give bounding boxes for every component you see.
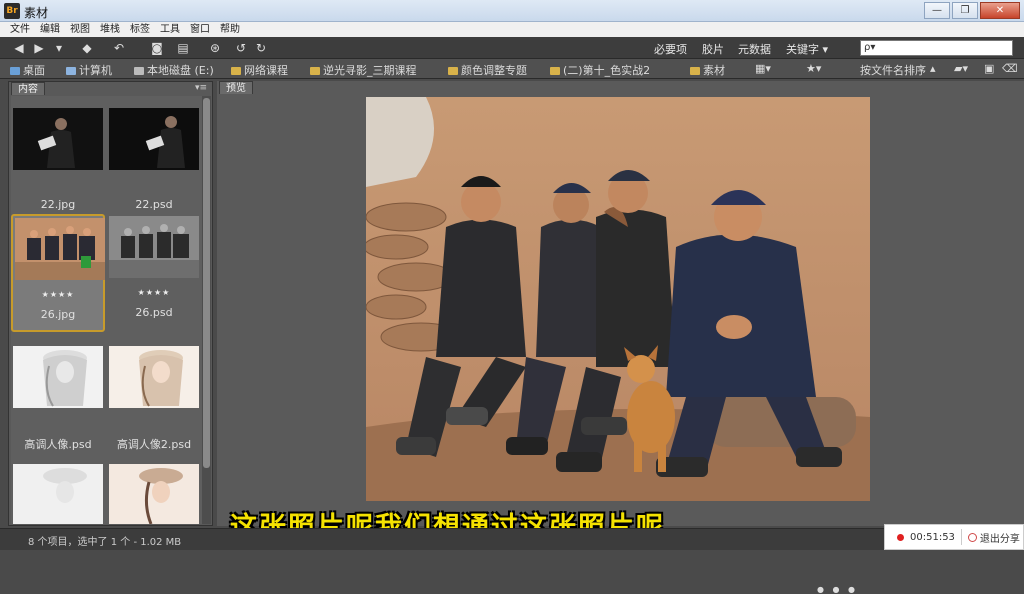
- menu-window[interactable]: 窗口: [190, 22, 210, 37]
- folder-icon: [448, 67, 458, 75]
- workspace-metadata[interactable]: 元数据: [738, 41, 771, 57]
- rating-stars[interactable]: ★★★★: [107, 288, 201, 297]
- search-input[interactable]: ρ▾: [860, 40, 1013, 56]
- thumbnail-26-jpg[interactable]: ★★★★ 26.jpg: [11, 214, 105, 332]
- favorites-icon[interactable]: ◆: [80, 41, 94, 55]
- breadcrumb: 桌面 计算机 本地磁盘 (E:) 网络课程 逆光寻影_三期课程 颜色调整专题 (…: [0, 59, 1024, 79]
- exit-share-button[interactable]: 退出分享: [980, 530, 1020, 545]
- panel-menu-icon[interactable]: ▾≡: [195, 83, 207, 93]
- thumbnail-portrait-psd[interactable]: 高调人像.psd: [11, 344, 105, 462]
- window-title: 素材: [24, 6, 49, 20]
- forward-arrow-icon[interactable]: ▶: [32, 41, 46, 55]
- thumbnail-name: 22.jpg: [40, 198, 76, 211]
- thumbnail-name: 高调人像.psd: [24, 438, 92, 451]
- breadcrumb-material[interactable]: 素材: [690, 62, 725, 78]
- sort-ascending-icon[interactable]: ▴: [930, 62, 936, 75]
- thumbnail-22-psd[interactable]: 22.psd: [107, 106, 201, 224]
- menu-bar: 文件 编辑 视图 堆栈 标签 工具 窗口 帮助: [0, 22, 1024, 37]
- breadcrumb-lesson[interactable]: (二)第十_色实战2: [550, 62, 650, 78]
- thumbnail-item-8[interactable]: [107, 462, 201, 524]
- thumbnail-image: [109, 464, 199, 524]
- minimize-button[interactable]: —: [924, 2, 950, 19]
- status-text: 8 个项目，选中了 1 个 - 1.02 MB: [28, 537, 182, 548]
- thumbnail-image: [109, 108, 199, 170]
- breadcrumb-color[interactable]: 颜色调整专题: [448, 62, 527, 78]
- menu-edit[interactable]: 编辑: [40, 22, 60, 37]
- computer-icon: [66, 67, 76, 75]
- menu-stack[interactable]: 堆栈: [100, 22, 120, 37]
- workspace-keywords[interactable]: 关键字 ▾: [786, 41, 828, 57]
- recent-dropdown-icon[interactable]: ▾: [52, 41, 66, 55]
- status-bar: 8 个项目，选中了 1 个 - 1.02 MB: [0, 528, 1024, 550]
- thumbnail-image: [109, 346, 199, 408]
- open-photoshop-icon[interactable]: ⊛: [208, 41, 222, 55]
- new-folder-button-icon[interactable]: ▣: [984, 62, 994, 75]
- screen-share-widget: 00:51:53 退出分享: [884, 524, 1024, 550]
- menu-view[interactable]: 视图: [70, 22, 90, 37]
- workspace-filmstrip[interactable]: 胶片: [702, 41, 724, 57]
- menu-file[interactable]: 文件: [10, 22, 30, 37]
- thumbnail-name: 26.psd: [135, 306, 173, 319]
- boomerang-icon[interactable]: ↶: [112, 41, 126, 55]
- desktop-icon: [10, 67, 20, 75]
- breadcrumb-disk[interactable]: 本地磁盘 (E:): [134, 62, 214, 78]
- thumbnail-image: [15, 218, 105, 280]
- toolbar: ◀ ▶ ▾ ◆ ↶ ◙ ▤ ⊛ ↺ ↻ 必要项 胶片 元数据 关键字 ▾ ρ▾: [0, 37, 1024, 59]
- bridge-app-icon: Br: [4, 3, 20, 19]
- thumbnail-grid: 22.jpg 22.psd ★★★★ 26.jpg ★★★★ 26.psd 高调…: [11, 96, 202, 524]
- breadcrumb-desktop[interactable]: 桌面: [10, 62, 45, 78]
- thumbnail-image: [13, 108, 103, 170]
- stop-share-icon[interactable]: [967, 532, 977, 542]
- breadcrumb-course[interactable]: 网络课程: [231, 62, 288, 78]
- breadcrumb-computer[interactable]: 计算机: [66, 62, 112, 78]
- disk-icon: [134, 67, 144, 75]
- thumbnail-portrait2-psd[interactable]: 高调人像2.psd: [107, 344, 201, 462]
- view-grid-icon[interactable]: ▦▾: [755, 62, 771, 75]
- thumbnail-name: 22.psd: [135, 198, 173, 211]
- rating-stars[interactable]: ★★★★: [13, 290, 103, 299]
- thumbnail-image: [109, 216, 199, 278]
- rotate-right-icon[interactable]: ↻: [254, 41, 268, 55]
- breadcrumb-backlight[interactable]: 逆光寻影_三期课程: [310, 62, 417, 78]
- thumbnail-26-psd[interactable]: ★★★★ 26.psd: [107, 214, 201, 332]
- preview-panel: 预览 ● ● ●: [217, 81, 1024, 594]
- thumbnail-image: [13, 464, 103, 524]
- delete-icon[interactable]: ⌫: [1002, 62, 1018, 75]
- content-panel: 内容 ▾≡ 22.jpg 22.psd ★★★★ 26.jpg ★★★★ 26.…: [8, 81, 213, 526]
- thumbnail-item-7[interactable]: [11, 462, 105, 524]
- scrollbar-thumb[interactable]: [203, 98, 210, 468]
- new-folder-icon[interactable]: ▰▾: [954, 62, 968, 75]
- sort-dropdown[interactable]: 按文件名排序: [860, 62, 926, 78]
- folder-icon: [231, 67, 241, 75]
- star-filter-icon[interactable]: ★▾: [806, 62, 821, 75]
- camera-icon[interactable]: ◙: [150, 41, 164, 55]
- menu-tools[interactable]: 工具: [160, 22, 180, 37]
- title-bar: Br 素材 — ❐ ✕: [0, 0, 1024, 22]
- thumbnail-22-jpg[interactable]: 22.jpg: [11, 106, 105, 224]
- folder-icon: [310, 67, 320, 75]
- maximize-button[interactable]: ❐: [952, 2, 978, 19]
- recording-time: 00:51:53: [910, 531, 955, 543]
- folder-icon: [690, 67, 700, 75]
- tab-preview[interactable]: 预览: [219, 81, 253, 94]
- folder-icon: [550, 67, 560, 75]
- page-indicator: ● ● ●: [817, 585, 859, 594]
- back-arrow-icon[interactable]: ◀: [12, 41, 26, 55]
- workspace-essentials[interactable]: 必要项: [654, 41, 687, 57]
- rotate-left-icon[interactable]: ↺: [234, 41, 248, 55]
- recording-dot-icon: [897, 533, 904, 541]
- thumbnail-name: 高调人像2.psd: [116, 438, 192, 451]
- tab-content[interactable]: 内容: [11, 82, 45, 95]
- refine-icon[interactable]: ▤: [176, 41, 190, 55]
- menu-help[interactable]: 帮助: [220, 22, 240, 37]
- thumbnail-name: 26.jpg: [40, 308, 76, 321]
- preview-image[interactable]: [366, 97, 870, 501]
- thumbnail-image: [13, 346, 103, 408]
- content-scrollbar[interactable]: [202, 96, 211, 524]
- menu-label[interactable]: 标签: [130, 22, 150, 37]
- close-button[interactable]: ✕: [980, 2, 1020, 19]
